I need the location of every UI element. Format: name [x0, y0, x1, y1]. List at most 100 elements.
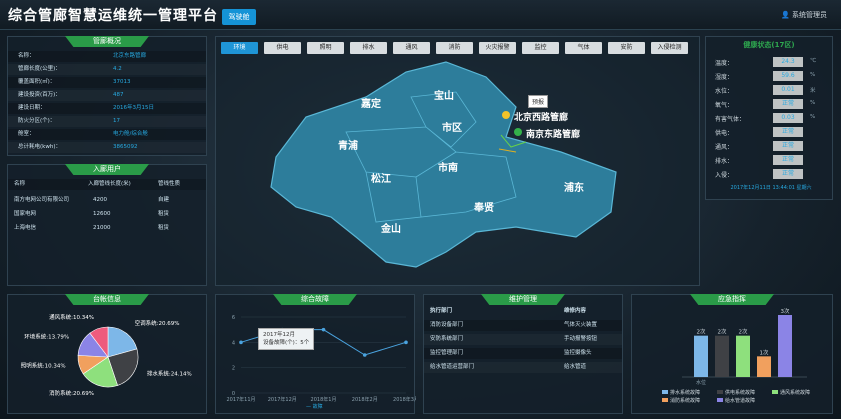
table-row[interactable]: 给水管道运营部门 给水管道 [424, 362, 622, 373]
user-icon: 👤 [781, 11, 792, 19]
x-tick-label: 2017年12月 [268, 396, 297, 403]
bar[interactable] [715, 335, 729, 377]
trend-panel: 综合故障 0 2 4 6 2017年11月 2017年12月 2018年1月 2018年2月 2… [215, 294, 416, 414]
pie-label: 排水系统:24.14% [147, 370, 192, 378]
x-tick-label: 2018年2月 [352, 396, 378, 403]
line-point[interactable] [362, 353, 367, 357]
bar[interactable] [778, 315, 792, 377]
district-qingpu[interactable]: 青浦 [338, 137, 358, 152]
pie-label: 通风系统:10.34% [49, 313, 94, 321]
district-fengxian[interactable]: 奉贤 [474, 199, 494, 214]
district-jiading[interactable]: 嘉定 [361, 95, 381, 110]
overview-value: 487 [113, 92, 124, 98]
health-label: 氧气： [715, 102, 734, 109]
table-cell: 租赁 [158, 211, 170, 217]
legend-label: 排水系统故障 [670, 390, 701, 396]
table-row[interactable]: 上海电信 21000 租赁 [8, 223, 206, 234]
line-point[interactable] [239, 340, 243, 345]
district-jinshan[interactable]: 金山 [381, 220, 401, 235]
map-tab[interactable]: 环境 [221, 42, 258, 54]
health-unit: 米 [810, 88, 816, 94]
ledger-panel: 台帐信息 空调系统:20.69% 排水系统:24.14% 消防系统:20.69% 照明… [7, 294, 207, 414]
table-row[interactable]: 监控管理部门 监控摄像头 [424, 348, 622, 359]
district-shinan[interactable]: 市南 [438, 159, 458, 174]
orders-title: 维护管理 [481, 294, 565, 305]
bar[interactable] [736, 335, 750, 377]
top-bar: 综合管廊智慧运维统一管理平台 驾驶舱 👤 系统管理员 [0, 0, 841, 30]
health-value: 59.6 [773, 71, 803, 81]
overview-key: 名称： [18, 53, 35, 59]
health-value: 正常 [773, 141, 803, 151]
trend-tooltip-value: 设备故障(个)：5个 [263, 340, 310, 346]
x-tick-label: 2018年3月 [393, 396, 416, 403]
district-songjiang[interactable]: 松江 [371, 170, 391, 185]
map-panel: 环境 供电 照明 排水 通风 消防 火灾报警 监控 气体 安防 入侵检测 嘉定 宝山 市区 青浦 松… [215, 36, 700, 286]
health-unit: % [810, 72, 816, 78]
legend-swatch [717, 398, 723, 402]
users-col-type: 管线性质 [158, 181, 181, 187]
map-tab[interactable]: 供电 [264, 42, 301, 54]
user-menu[interactable]: 👤 系统管理员 [781, 10, 827, 20]
line-chart: 02462017年11月 2017年12月 2018年1月 2018年2月 2018年3… [226, 315, 416, 403]
line-point[interactable] [404, 340, 408, 345]
map-tab[interactable]: 安防 [608, 42, 645, 54]
y-tick-label: 6 [232, 315, 235, 321]
overview-key: 防火分区(个)： [18, 118, 56, 124]
users-title: 入廊用户 [65, 164, 149, 175]
health-label: 通风： [715, 144, 734, 151]
overview-key: 建设投资(百万)： [18, 92, 61, 98]
x-tick-label: 水位 [696, 379, 706, 386]
legend-swatch [717, 390, 723, 394]
table-cell: 监控管理部门 [430, 350, 464, 356]
trend-tooltip-month: 2017年12月 [263, 332, 295, 338]
users-col-name: 名称 [14, 181, 26, 187]
tab-cockpit[interactable]: 驾驶舱 [222, 9, 256, 25]
bar[interactable] [757, 356, 771, 377]
health-title: 健康状态(17区) [743, 41, 795, 49]
table-row[interactable]: 消防设备部门 气体灭火装置 [424, 320, 622, 331]
x-tick-label: 2018年1月 [311, 396, 337, 403]
table-cell: 4200 [93, 197, 107, 203]
table-row[interactable]: 国家电网 12600 租赁 [8, 209, 206, 220]
health-value: 0.01 [773, 85, 803, 95]
table-cell: 国家电网 [14, 211, 37, 217]
map-tab[interactable]: 入侵检测 [651, 42, 688, 54]
health-label: 湿度： [715, 74, 734, 81]
map-tab[interactable]: 火灾报警 [479, 42, 516, 54]
overview-key: 舱室： [18, 131, 35, 137]
health-value: 24.3 [773, 57, 803, 67]
map-tab[interactable]: 监控 [522, 42, 559, 54]
table-cell: 上海电信 [14, 225, 37, 231]
table-cell: 气体灭火装置 [564, 322, 598, 328]
marker-pin-icon[interactable] [514, 128, 522, 136]
marker-label-nanjing[interactable]: 南京东路管廊 [526, 127, 580, 140]
overview-value: 电力舱/综合舱 [113, 131, 148, 137]
map-tab[interactable]: 消防 [436, 42, 473, 54]
district-baoshan[interactable]: 宝山 [434, 87, 454, 102]
health-unit: % [810, 114, 816, 120]
overview-key: 总计耗电(kwh)： [18, 144, 61, 150]
marker-pin-icon[interactable] [502, 111, 510, 119]
map-tab[interactable]: 排水 [350, 42, 387, 54]
overview-key: 建设日期： [18, 105, 46, 111]
overview-key: 管廊长度(公里)： [18, 66, 61, 72]
bar[interactable] [694, 335, 708, 377]
line-point[interactable] [321, 327, 326, 332]
map-tab[interactable]: 照明 [307, 42, 344, 54]
health-label: 水位： [715, 88, 734, 95]
overview-row: 管廊长度(公里)： 4.2 [8, 64, 206, 75]
map-tab[interactable]: 通风 [393, 42, 430, 54]
table-cell: 南方电网公司有限公司 [14, 197, 70, 203]
map-tab[interactable]: 气体 [565, 42, 602, 54]
users-col-length: 入廊管线长度(米) [88, 181, 131, 187]
district-shiqu[interactable]: 市区 [442, 119, 462, 134]
table-row[interactable]: 南方电网公司有限公司 4200 自建 [8, 195, 206, 206]
marker-label-beijing[interactable]: 北京西路管廊 [514, 110, 568, 123]
trend-tooltip: 2017年12月 设备故障(个)：5个 [258, 328, 315, 350]
table-row[interactable]: 安防系统部门 手动报警按钮 [424, 334, 622, 345]
pie-label: 照明系统:10.34% [21, 362, 66, 370]
district-pudong[interactable]: 浦东 [564, 179, 584, 194]
user-name: 系统管理员 [792, 11, 827, 19]
overview-row: 建设投资(百万)： 487 [8, 90, 206, 101]
pie-label: 消防系统:20.69% [49, 389, 94, 397]
